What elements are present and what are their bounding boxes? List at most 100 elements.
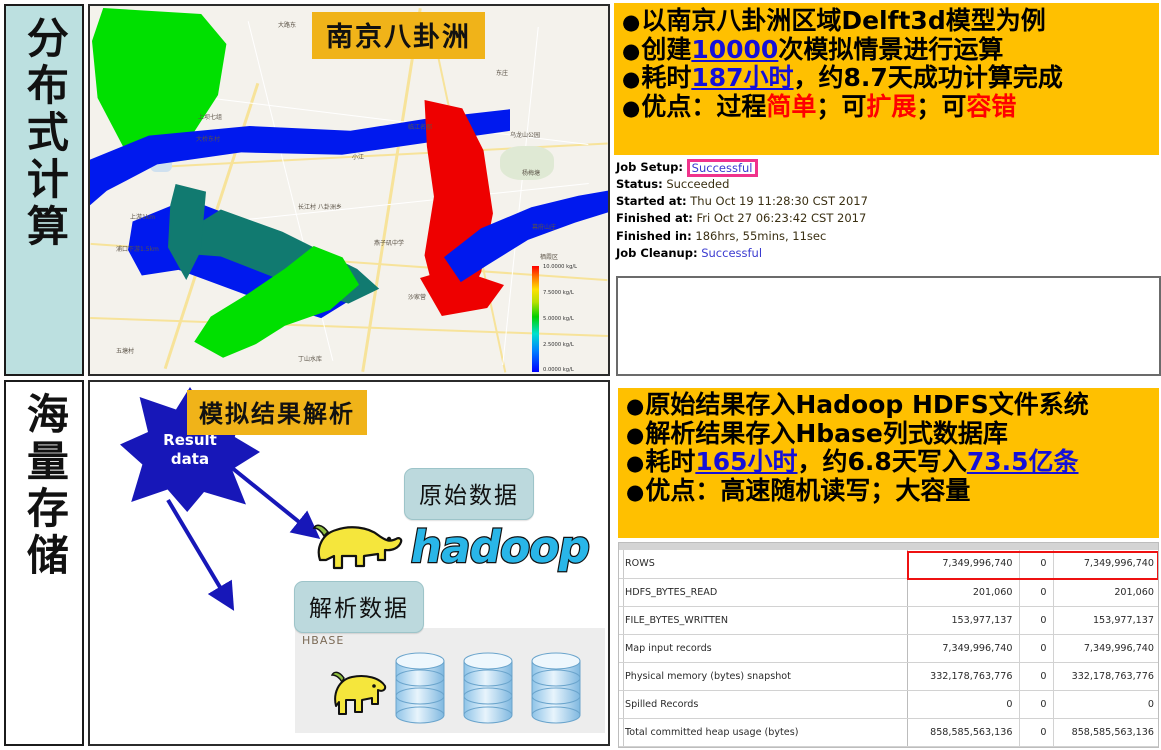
diagram-title-badge: 模拟结果解析 [187,390,367,435]
counter-name: Map input records [619,634,908,663]
colorbar-tick: 7.5000 kg/L [543,290,574,296]
database-cylinder-icon [531,652,581,724]
colorbar-tick: 2.5000 kg/L [543,342,574,348]
top-right-summary-box: ● 以南京八卦洲区域Delft3d模型为例 ● 创建 10000 次模拟情景进行运算… [614,3,1159,155]
bullet-text: ，约8.7天成功计算完成 [793,63,1063,92]
hbase-elephant-icon [330,671,387,715]
bullet-text: 优点：高速随机读写；大容量 [645,475,971,505]
job-summary-row: Started at: Thu Oct 19 11:28:30 CST 2017 [616,193,1036,210]
map-label: 大路东 [278,22,297,29]
status-value: Succeeded [666,177,730,192]
map-label: 乌龙山公园 [510,132,541,139]
map-label: 沙家营 [408,294,427,301]
storage-diagram-panel: Result data 模拟结果解析 hadoop 原始数据 HBASE 解析数… [88,380,610,746]
section-divider [0,377,1161,379]
counter-table: ROWS 7,349,996,740 0 7,349,996,740 HDFS_… [619,550,1158,747]
hbase-label: HBASE [302,634,345,647]
map-label: 大桥东村 [196,136,221,143]
svg-text:hadoop: hadoop [407,522,594,573]
bottom-right-summary-box: ● 原始结果存入Hadoop HDFS文件系统 ● 解析结果存入Hbase列式数… [618,388,1159,538]
colorbar-gradient [532,266,539,372]
bullet-text: 解析结果存入Hbase列式数据库 [645,418,1008,448]
map-label: 长江村 八卦洲乡 [298,204,342,211]
counter-name: ROWS [619,550,908,579]
counter-reduce: 7,349,996,740 [1053,550,1158,579]
star-label-line2: data [170,449,210,468]
bullet-emphasis-hours: 165小时 [695,447,798,476]
bullet-emphasis-count: 10000 [691,34,779,64]
section-label-distributed-computing: 分布式计算 [4,4,84,376]
table-row: Physical memory (bytes) snapshot 332,178… [619,662,1158,691]
bullet-line: ● 创建 10000 次模拟情景进行运算 [622,34,1153,64]
job-summary: Job Setup: Successful Status: Succeeded … [616,158,1036,262]
database-cylinder-icon [395,652,445,724]
section-label-bottom-text: 海量存储 [20,392,70,580]
bullet-dot-icon: ● [626,451,645,475]
bullet-dot-icon: ● [622,67,641,91]
map-title-badge: 南京八卦洲 [312,12,485,59]
counter-total: 332,178,763,776 [907,662,1020,691]
counter-table-container: ROWS 7,349,996,740 0 7,349,996,740 HDFS_… [618,542,1159,748]
bullet-dot-icon: ● [626,422,645,447]
job-setup-label: Job Setup: [616,160,684,174]
bullet-text: 耗时 [641,63,692,92]
counter-name: Physical memory (bytes) snapshot [619,662,908,691]
bullet-text: 次模拟情景进行运算 [778,34,1004,64]
counter-reduce: 201,060 [1053,578,1158,607]
counter-total: 201,060 [907,578,1020,607]
job-setup-value-highlighted[interactable]: Successful [686,159,758,177]
table-row: FILE_BYTES_WRITTEN 153,977,137 0 153,977… [619,606,1158,635]
job-summary-row: Finished at: Fri Oct 27 06:23:42 CST 201… [616,210,1036,227]
counter-total: 0 [907,690,1020,719]
bullet-line: ● 优点：高速随机读写；大容量 [626,475,1153,505]
map-label: 杨梅塘 [522,170,541,177]
map-colorbar-legend: 10.0000 kg/L 7.5000 kg/L 5.0000 kg/L 2.5… [532,264,598,374]
map-label: 浦口下游1.5km [116,246,159,253]
bullet-line: ● 原始结果存入Hadoop HDFS文件系统 [626,392,1153,418]
bullet-text: 优点：过程 [641,91,767,121]
star-label: Result data [163,431,217,469]
hadoop-wordmark: hadoop [405,521,594,574]
job-summary-row: Job Setup: Successful [616,158,1036,177]
finished-in-label: Finished in: [616,228,692,243]
counter-name: Spilled Records [619,690,908,719]
map-panel: 大路东 燕子 东庄 临江名郡 小江 上坝七组 大桥东村 长江村 八卦洲乡 浦口下… [88,4,610,376]
counter-reduce: 0 [1053,690,1158,719]
table-row: Total committed heap usage (bytes) 858,5… [619,718,1158,747]
bullet-text: 耗时 [645,447,696,476]
job-cleanup-value[interactable]: Successful [701,246,762,260]
map-label: 栖霞区 [540,254,559,261]
section-label-mass-storage: 海量存储 [4,380,84,746]
started-at-label: Started at: [616,194,687,209]
counter-map: 0 [1019,578,1054,607]
counter-map: 0 [1019,718,1054,747]
bullet-dot-icon: ● [622,95,641,120]
job-summary-row: Job Cleanup: Successful [616,245,1036,262]
job-summary-row: Finished in: 186hrs, 55mins, 11sec [616,228,1036,245]
status-label: Status: [616,177,663,192]
bullet-text: 原始结果存入Hadoop HDFS文件系统 [645,390,1089,419]
counter-reduce: 332,178,763,776 [1053,662,1158,691]
counter-name: FILE_BYTES_WRITTEN [619,606,908,635]
counter-map: 0 [1019,662,1054,691]
bullet-dot-icon: ● [622,38,641,63]
bullet-text: ；可 [916,91,967,121]
counter-reduce: 153,977,137 [1053,606,1158,635]
finished-at-value: Fri Oct 27 06:23:42 CST 2017 [696,211,867,226]
bullet-dot-icon: ● [626,394,645,418]
map-label: 上游1km [130,214,156,221]
callout-raw-data: 原始数据 [404,468,534,520]
map-label: 丁山水库 [298,356,323,363]
counter-total: 858,585,563,136 [907,718,1020,747]
colorbar-tick: 5.0000 kg/L [543,316,574,322]
bullet-text: 创建 [641,34,692,64]
map-label: 燕子矶中学 [374,240,405,247]
slide-canvas: 分布式计算 海量存储 大路东 东庄 临江名郡 小江 上坝七组 大桥东村 长江村 … [0,0,1161,750]
bullet-line: ● 解析结果存入Hbase列式数据库 [626,418,1153,448]
bullet-dot-icon: ● [626,479,645,504]
arrow-to-hbase [166,498,235,611]
bullet-line: ● 优点：过程 简单 ；可 扩展 ；可 容错 [622,91,1153,121]
bullet-emphasis-hours: 187小时 [691,63,794,92]
bullet-text: 以南京八卦洲区域Delft3d模型为例 [641,6,1046,35]
counter-reduce: 858,585,563,136 [1053,718,1158,747]
